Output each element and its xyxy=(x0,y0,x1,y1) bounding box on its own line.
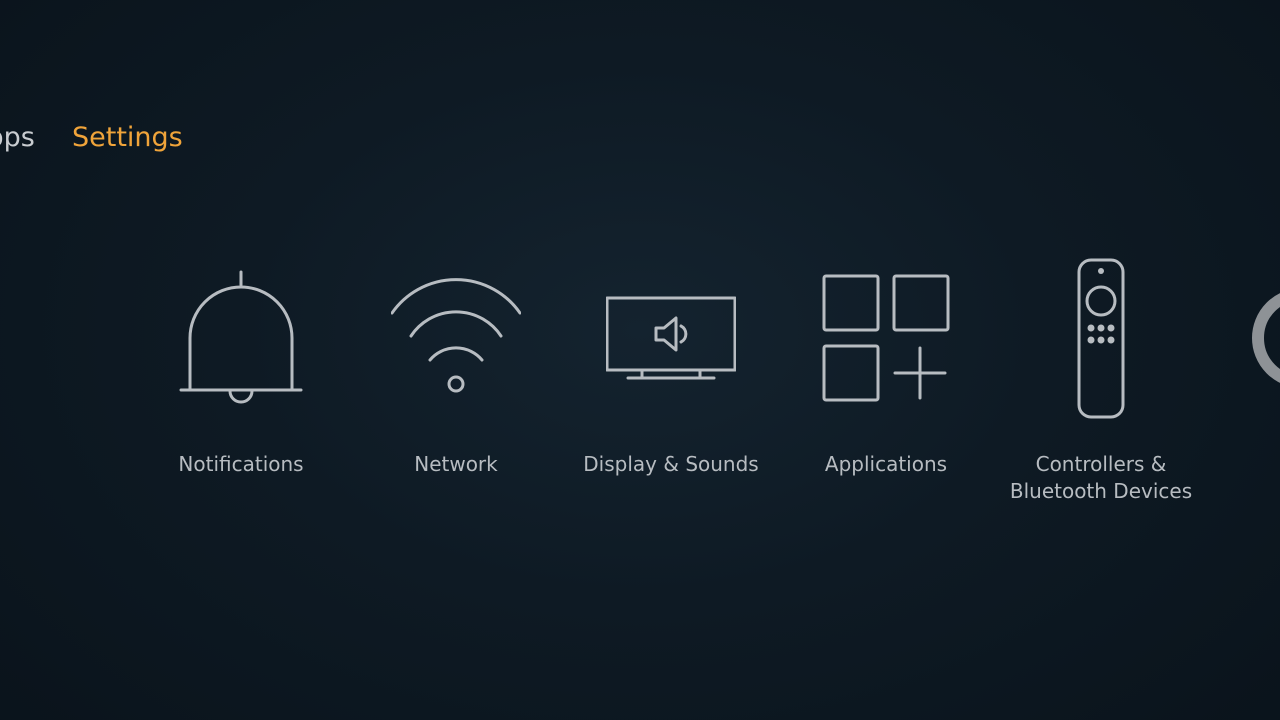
offscreen-next-tile[interactable] xyxy=(1250,290,1280,390)
tv-speaker-icon xyxy=(606,250,736,420)
tile-label: Notifications xyxy=(178,452,304,476)
apps-grid-icon xyxy=(821,250,951,420)
remote-control-icon xyxy=(1036,250,1166,420)
tile-label: Network xyxy=(414,452,498,476)
partial-circle-icon xyxy=(1252,293,1280,383)
tile-label: Controllers & Bluetooth Devices xyxy=(1001,451,1201,505)
nav-tab-settings[interactable]: Settings xyxy=(72,118,183,158)
tile-label-line-1: Controllers & xyxy=(1035,452,1167,476)
nav-tab-apps[interactable]: Apps xyxy=(0,118,35,158)
tile-label-line-2: Bluetooth Devices xyxy=(1009,479,1193,503)
bell-icon xyxy=(176,250,306,420)
tile-label: Display & Sounds xyxy=(583,452,759,476)
tile-label: Applications xyxy=(824,452,948,476)
top-nav: Apps Settings xyxy=(0,118,400,158)
wifi-icon xyxy=(391,250,521,420)
